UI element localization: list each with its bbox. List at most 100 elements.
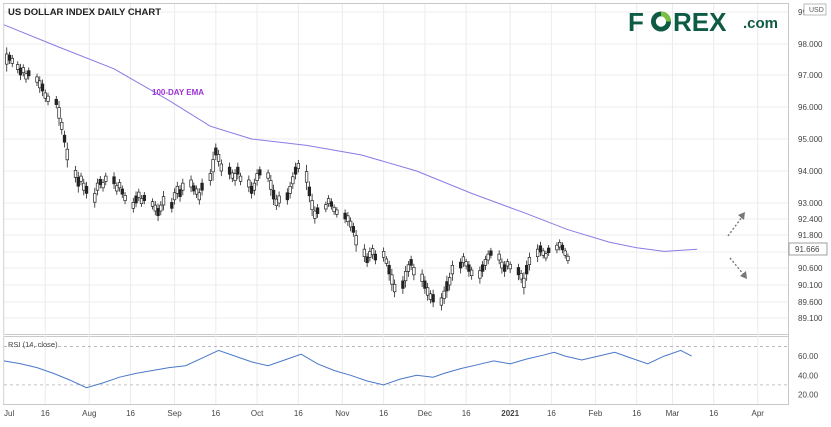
candle-body [54, 98, 58, 105]
candle-body [238, 175, 243, 182]
x-tick-label: 16 [41, 409, 50, 418]
y-tick-label: 98.000 [798, 40, 823, 49]
logo-letters-rex: REX [673, 7, 727, 37]
y-tick-label: 96.000 [798, 103, 823, 112]
candle-body [24, 73, 28, 80]
y-tick-label: 94.000 [798, 167, 823, 176]
candle-body [35, 76, 39, 83]
candle-body [505, 261, 510, 267]
candle-body [384, 258, 389, 264]
y-tick-label: 90.100 [798, 281, 823, 290]
candle-body [547, 247, 551, 254]
candle-body [439, 297, 444, 306]
candle-body [500, 261, 504, 269]
candle-body [423, 280, 427, 289]
logo-o-icon [651, 11, 671, 32]
candle-body [304, 171, 309, 183]
candle-body [21, 67, 25, 74]
y-tick-label: 97.000 [798, 71, 823, 80]
x-tick-label: 16 [294, 409, 303, 418]
candle-body [461, 256, 466, 264]
candle-body [249, 186, 254, 194]
x-tick-label: Oct [251, 409, 264, 418]
candle-body [189, 179, 193, 188]
candle-body [131, 202, 135, 209]
candle-body [65, 148, 69, 161]
candle-body [489, 250, 493, 256]
candle-body [211, 159, 215, 173]
logo-letter-f: F [628, 7, 644, 37]
candle-body [115, 185, 119, 192]
candle-body [313, 210, 317, 219]
up-arrow-line [727, 216, 743, 237]
candle-body [43, 92, 47, 99]
candle-body [365, 256, 369, 264]
candle-body [351, 226, 356, 233]
x-axis-ticks: Jul 16 Aug 16 Sep 16 Oct 16 Nov 16 Dec 16 2021 16 Feb 1… [4, 409, 764, 418]
candle-body [401, 280, 405, 289]
candle-body [27, 70, 31, 77]
candle-body [527, 256, 532, 266]
dollar-index-chart: 89.10089.60090.10090.60091.20091.80092.4… [3, 3, 828, 418]
last-price-marker: 91.666 [788, 242, 828, 256]
candle-body [563, 250, 567, 256]
candle-body [62, 134, 67, 143]
candle-body [326, 198, 331, 205]
candle-body [134, 195, 138, 204]
candle-body [420, 273, 424, 282]
candle-body [373, 253, 378, 261]
candle-body [522, 277, 526, 288]
chart-title: US DOLLAR INDEX DAILY CHART [8, 7, 161, 18]
candle-body [285, 192, 289, 201]
candle-body [57, 107, 61, 119]
candle-body [214, 147, 218, 156]
rsi-series [3, 346, 788, 389]
candle-body [544, 253, 548, 259]
candle-body [84, 186, 89, 194]
x-tick-label: Aug [82, 409, 96, 418]
candle-body [16, 64, 20, 70]
candle-body [178, 189, 182, 197]
candle-body [362, 248, 367, 258]
candle-body [291, 176, 295, 185]
candle-body [247, 179, 251, 188]
y-tick-label: 90.600 [798, 264, 823, 273]
candle-body [161, 196, 166, 206]
candle-body [194, 188, 199, 195]
candle-body [403, 271, 408, 282]
candle-body [181, 182, 185, 191]
candle-body [381, 251, 386, 258]
candle-body [464, 261, 468, 267]
candle-body [406, 264, 411, 272]
candle-body [255, 173, 259, 181]
candle-body [293, 166, 298, 175]
candle-body [112, 176, 116, 185]
x-tick-label: Dec [418, 409, 432, 418]
candle-body [236, 166, 240, 175]
candle-body [555, 244, 559, 251]
candle-body [368, 251, 372, 258]
x-tick-label: 16 [211, 409, 220, 418]
candle-body [348, 220, 353, 228]
x-tick-label: Feb [589, 409, 603, 418]
rsi-y-tick-label: 60.00 [798, 352, 819, 361]
candle-body [525, 264, 529, 275]
y-tick-label: 93.000 [798, 199, 823, 208]
candle-body [277, 195, 281, 204]
y-tick-label: 91.800 [798, 231, 823, 240]
candle-body [538, 245, 543, 253]
candle-body [329, 201, 334, 207]
candle-body [332, 206, 336, 213]
candle-body [560, 244, 565, 251]
candle-body [153, 204, 157, 212]
candle-body [566, 255, 570, 262]
candle-body [60, 122, 64, 130]
candle-body [478, 270, 482, 279]
x-tick-label: Nov [335, 409, 349, 418]
candle-body [390, 274, 394, 285]
candle-body [310, 200, 314, 211]
candle-body [98, 178, 102, 185]
candle-body [38, 80, 42, 89]
candle-body [117, 182, 122, 189]
currency-label: USD [809, 7, 824, 14]
